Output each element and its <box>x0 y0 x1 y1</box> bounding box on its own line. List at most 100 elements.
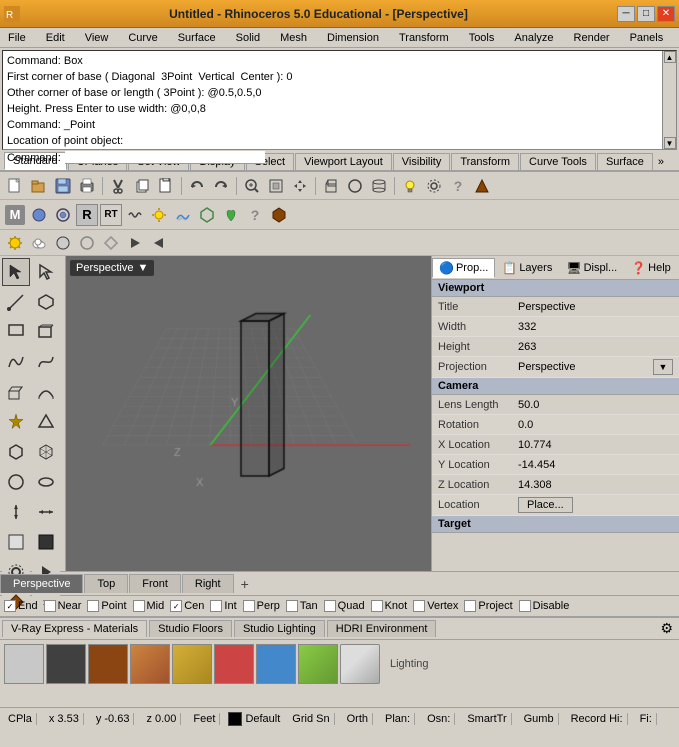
snap-vertex-checkbox[interactable] <box>413 600 425 612</box>
viewport-label[interactable]: Perspective ▼ <box>70 260 154 276</box>
snap-int-checkbox[interactable] <box>210 600 222 612</box>
menu-tools[interactable]: Tools <box>465 31 499 45</box>
mat-swatch-4[interactable] <box>172 644 212 684</box>
menu-dimension[interactable]: Dimension <box>323 31 383 45</box>
vp-tab-front[interactable]: Front <box>129 574 181 593</box>
status-plan[interactable]: Plan: <box>381 713 415 725</box>
snap-mid-checkbox[interactable] <box>133 600 145 612</box>
vp-add-button[interactable]: + <box>235 573 255 595</box>
command-input[interactable] <box>65 151 265 164</box>
tool-extrude[interactable] <box>2 378 30 406</box>
tb-ball[interactable] <box>52 232 74 254</box>
tool-hex[interactable] <box>2 438 30 466</box>
tb-diamond[interactable] <box>100 232 122 254</box>
tb-print[interactable] <box>76 175 98 197</box>
snap-disable-checkbox[interactable] <box>519 600 531 612</box>
menu-edit[interactable]: Edit <box>42 31 69 45</box>
tb-open[interactable] <box>28 175 50 197</box>
tool-arrow-v[interactable] <box>2 498 30 526</box>
menu-view[interactable]: View <box>81 31 113 45</box>
mat-swatch-0[interactable] <box>4 644 44 684</box>
snap-tan-checkbox[interactable] <box>286 600 298 612</box>
snap-quad[interactable]: Quad <box>324 600 365 612</box>
mat-swatch-2[interactable] <box>88 644 128 684</box>
snap-cen-checkbox[interactable] <box>170 600 182 612</box>
close-button[interactable]: ✕ <box>657 6 675 22</box>
menu-transform[interactable]: Transform <box>395 31 453 45</box>
tb-wavy[interactable] <box>124 204 146 226</box>
vray-gear-button[interactable]: ⚙ <box>656 618 677 639</box>
vray-tab-materials[interactable]: V-Ray Express - Materials <box>2 620 147 637</box>
tool-rect2[interactable] <box>32 318 60 346</box>
snap-vertex[interactable]: Vertex <box>413 600 458 612</box>
tb-sun2[interactable] <box>4 232 26 254</box>
vp-tab-top[interactable]: Top <box>84 574 128 593</box>
tb-zoomextents[interactable] <box>265 175 287 197</box>
tb-zoom[interactable] <box>241 175 263 197</box>
tool-curve[interactable] <box>2 348 30 376</box>
tool-ellipse[interactable] <box>32 468 60 496</box>
maximize-button[interactable]: □ <box>637 6 655 22</box>
snap-knot-checkbox[interactable] <box>371 600 383 612</box>
tool-extrude2[interactable] <box>32 378 60 406</box>
prop-tab-help[interactable]: ❓ Help <box>624 258 678 278</box>
snap-int[interactable]: Int <box>210 600 236 612</box>
menu-surface[interactable]: Surface <box>174 31 220 45</box>
properties-scroll[interactable]: Viewport Title Perspective Width 332 Hei… <box>432 280 679 571</box>
minimize-button[interactable]: ─ <box>617 6 635 22</box>
tb-circle2[interactable] <box>52 204 74 226</box>
tool-star[interactable] <box>2 408 30 436</box>
tb-help2[interactable]: ? <box>244 204 266 226</box>
mat-swatch-7[interactable] <box>298 644 338 684</box>
mat-swatch-1[interactable] <box>46 644 86 684</box>
tool-circle[interactable] <box>2 468 30 496</box>
vp-tab-right[interactable]: Right <box>182 574 234 593</box>
menu-mesh[interactable]: Mesh <box>276 31 311 45</box>
tb-cloud[interactable] <box>28 232 50 254</box>
tool-rect[interactable] <box>2 318 30 346</box>
status-filter[interactable]: Fi: <box>636 713 657 725</box>
snap-near-checkbox[interactable] <box>44 600 56 612</box>
tool-curve2[interactable] <box>32 348 60 376</box>
snap-end-checkbox[interactable] <box>4 600 16 612</box>
snap-disable[interactable]: Disable <box>519 600 570 612</box>
snap-perp[interactable]: Perp <box>243 600 280 612</box>
scrollbar-up-arrow[interactable]: ▲ <box>664 51 676 63</box>
tb-paste[interactable] <box>155 175 177 197</box>
tb-light[interactable] <box>399 175 421 197</box>
prop-tab-display[interactable]: 🖥 Displ... <box>559 258 624 278</box>
tool-arrow-h[interactable] <box>32 498 60 526</box>
tb-hex2[interactable] <box>268 204 290 226</box>
snap-point-checkbox[interactable] <box>87 600 99 612</box>
tb-new[interactable] <box>4 175 26 197</box>
snap-knot[interactable]: Knot <box>371 600 408 612</box>
place-button[interactable]: Place... <box>518 497 573 513</box>
tb-cylinder[interactable] <box>368 175 390 197</box>
tb-r[interactable]: R <box>76 204 98 226</box>
tb-settings[interactable] <box>423 175 445 197</box>
snap-end[interactable]: End <box>4 600 38 612</box>
tb-extra[interactable] <box>471 175 493 197</box>
mat-swatch-5[interactable] <box>214 644 254 684</box>
viewport-perspective[interactable]: Perspective ▼ <box>66 256 431 571</box>
tool-select2[interactable] <box>32 258 60 286</box>
menu-panels[interactable]: Panels <box>626 31 668 45</box>
tb-pan[interactable] <box>289 175 311 197</box>
mat-swatch-8[interactable] <box>340 644 380 684</box>
vray-tab-floors[interactable]: Studio Floors <box>149 620 232 637</box>
tool-polygon[interactable] <box>32 288 60 316</box>
tb-sphere[interactable] <box>344 175 366 197</box>
tool-rect4[interactable] <box>32 528 60 556</box>
tool-triangle[interactable] <box>32 408 60 436</box>
tb-circle3[interactable] <box>76 232 98 254</box>
status-osnap[interactable]: Osn: <box>423 713 455 725</box>
status-grid[interactable]: Grid Sn <box>288 713 334 725</box>
menu-solid[interactable]: Solid <box>232 31 264 45</box>
tb-m[interactable]: M <box>4 204 26 226</box>
tool-line[interactable] <box>2 288 30 316</box>
tb-copy[interactable] <box>131 175 153 197</box>
tb-play[interactable] <box>124 232 146 254</box>
tb-back[interactable] <box>148 232 170 254</box>
status-orth[interactable]: Orth <box>343 713 373 725</box>
vray-tab-lighting[interactable]: Studio Lighting <box>234 620 325 637</box>
